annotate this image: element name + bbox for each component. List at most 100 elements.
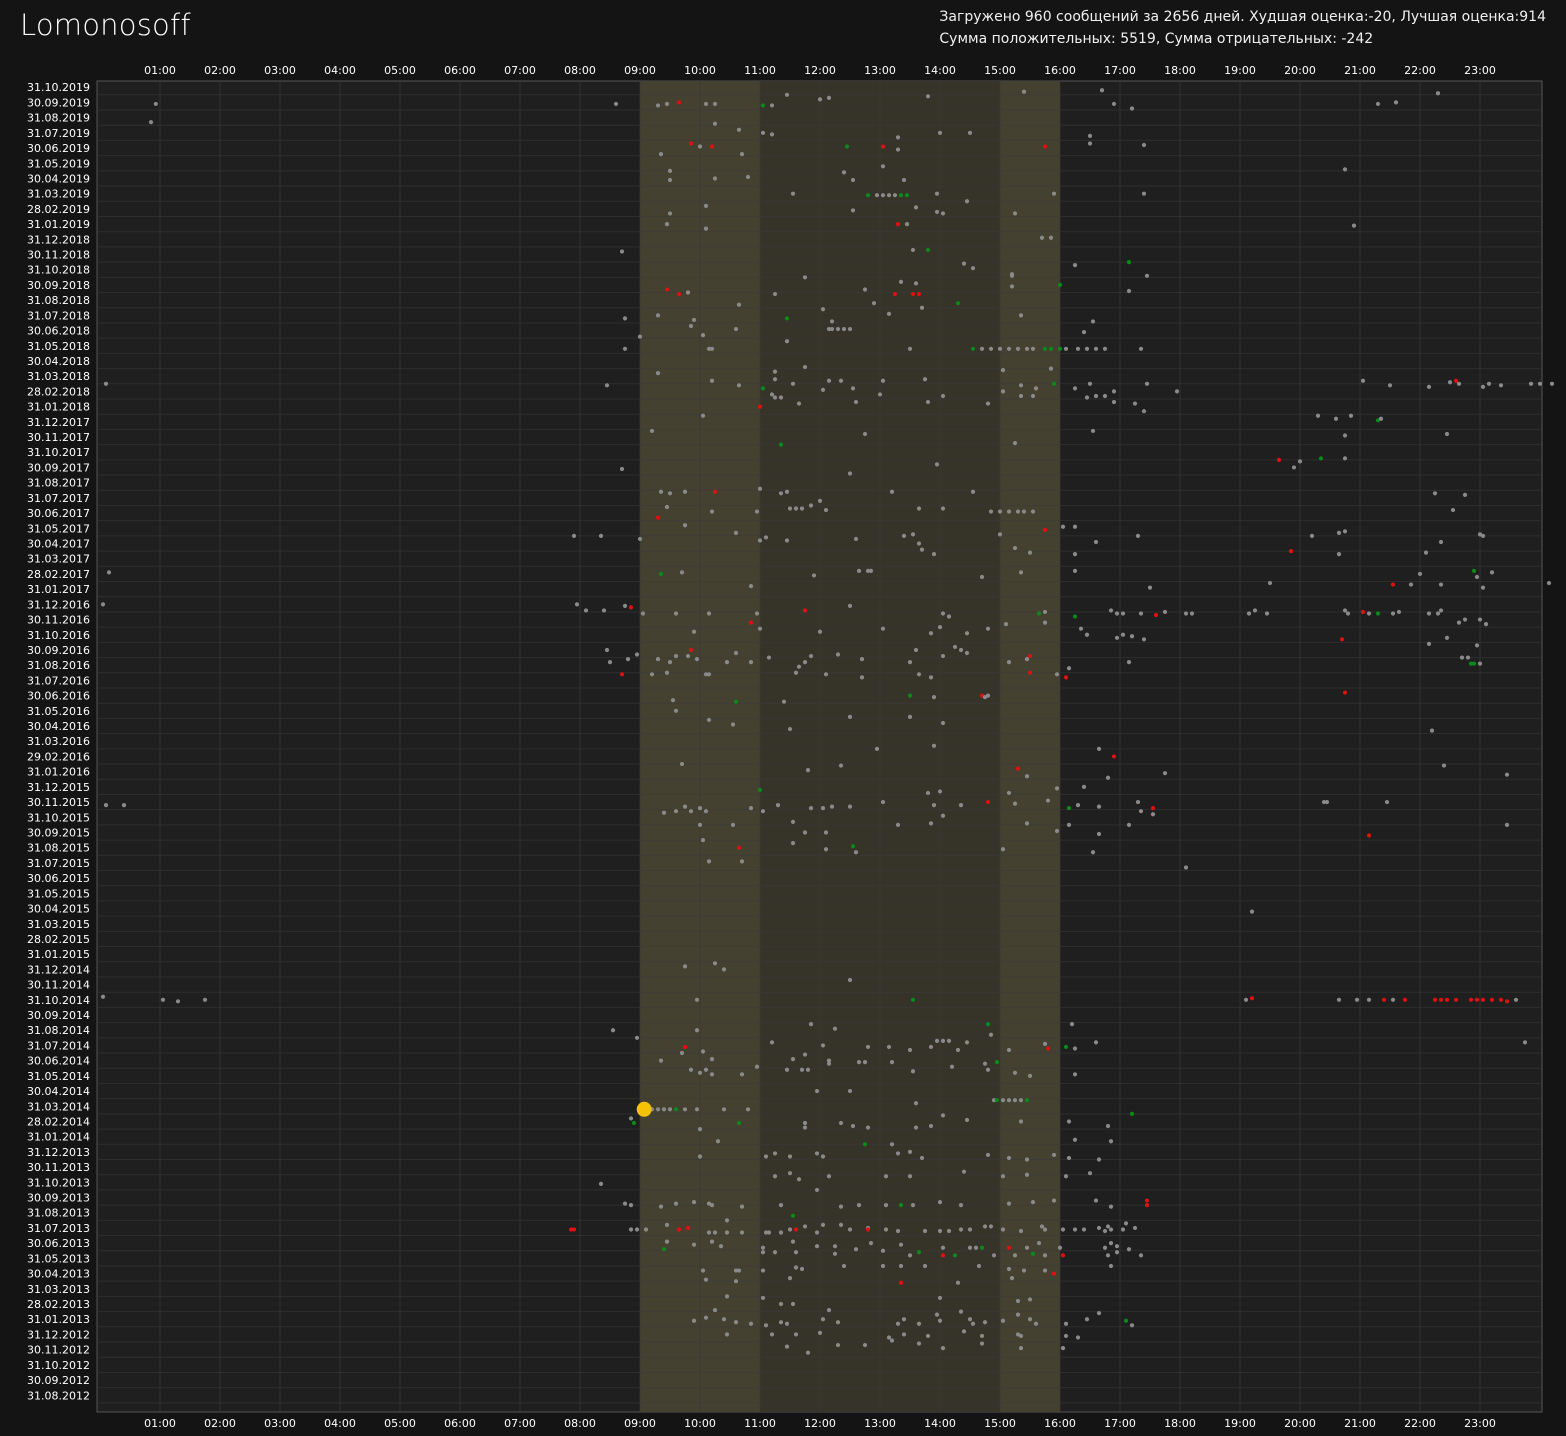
data-point-neutral <box>850 386 856 391</box>
data-point-neutral <box>739 1230 745 1235</box>
data-point-neutral <box>1141 409 1147 414</box>
data-point-neutral <box>907 660 913 665</box>
x-tick-top: 03:00 <box>264 64 296 77</box>
data-point-neutral <box>1012 1253 1018 1258</box>
data-point-positive <box>1051 381 1057 386</box>
data-point-neutral <box>988 1224 994 1229</box>
data-point-neutral <box>757 626 763 631</box>
data-point-neutral <box>862 287 868 292</box>
data-point-neutral <box>1024 346 1030 351</box>
data-point-neutral <box>1021 1268 1027 1273</box>
data-point-positive <box>979 1245 985 1250</box>
x-tick-bottom: 12:00 <box>804 1417 836 1430</box>
data-point-neutral <box>1342 167 1348 172</box>
data-point-neutral <box>1006 1201 1012 1206</box>
data-point-neutral <box>106 570 112 575</box>
y-tick-label: 30.09.2018 <box>27 279 90 292</box>
data-point-neutral <box>934 1312 940 1317</box>
data-point-negative <box>1150 806 1156 811</box>
data-point-neutral <box>1015 346 1021 351</box>
data-point-neutral <box>988 346 994 351</box>
y-tick-label: 31.07.2019 <box>27 127 90 140</box>
data-point-neutral <box>739 152 745 157</box>
data-point-neutral <box>820 1317 826 1322</box>
data-point-neutral <box>847 471 853 476</box>
data-point-negative <box>880 144 886 149</box>
data-point-neutral <box>1006 1155 1012 1161</box>
data-point-neutral <box>703 101 709 107</box>
data-point-neutral <box>1024 774 1030 779</box>
x-tick-top: 14:00 <box>924 64 956 77</box>
data-point-neutral <box>661 810 667 815</box>
data-point-neutral <box>1351 223 1357 228</box>
y-tick-label: 31.03.2015 <box>27 918 90 931</box>
data-point-neutral <box>937 789 943 794</box>
data-point-neutral <box>1129 634 1135 639</box>
data-point-neutral <box>847 977 853 983</box>
data-point-neutral <box>970 266 976 271</box>
data-point-positive <box>1057 346 1063 351</box>
data-point-neutral <box>784 339 790 344</box>
data-point-neutral <box>910 1203 916 1208</box>
data-point-neutral <box>955 1047 961 1053</box>
data-point-neutral <box>1114 611 1120 616</box>
x-tick-top: 01:00 <box>144 64 176 77</box>
data-point-neutral <box>1051 191 1057 196</box>
y-tick-label: 29.02.2016 <box>27 750 90 763</box>
data-point-neutral <box>1024 1157 1030 1162</box>
data-point-neutral <box>1183 865 1189 870</box>
data-point-neutral <box>736 383 742 388</box>
data-point-neutral <box>649 428 655 434</box>
data-point-neutral <box>1480 585 1486 590</box>
data-point-neutral <box>772 1250 778 1255</box>
data-point-negative <box>865 1227 871 1232</box>
data-point-neutral <box>907 1047 913 1053</box>
data-point-negative <box>628 605 634 610</box>
data-point-neutral <box>637 334 643 339</box>
data-point-neutral <box>1105 775 1111 780</box>
y-tick-label: 30.11.2015 <box>27 796 90 809</box>
data-point-neutral <box>1435 611 1441 616</box>
data-point-neutral <box>778 1203 784 1208</box>
x-tick-bottom: 06:00 <box>444 1417 476 1430</box>
data-point-neutral <box>1120 632 1126 637</box>
data-point-neutral <box>790 381 796 386</box>
y-tick-label: 31.12.2017 <box>27 416 90 429</box>
data-point-neutral <box>949 1064 955 1069</box>
data-point-neutral <box>880 626 886 631</box>
data-point-neutral <box>958 1309 964 1314</box>
data-point-negative <box>1366 833 1372 838</box>
data-point-neutral <box>1036 1241 1042 1246</box>
data-point-neutral <box>790 1239 796 1244</box>
data-point-positive <box>673 1107 679 1112</box>
data-point-neutral <box>862 431 868 437</box>
data-point-positive <box>985 1022 991 1027</box>
y-tick-label: 30.11.2016 <box>27 614 90 627</box>
data-point-positive <box>784 316 790 321</box>
data-point-neutral <box>658 1204 664 1209</box>
data-point-neutral <box>820 1154 826 1159</box>
data-point-neutral <box>103 803 109 808</box>
data-point-neutral <box>802 275 808 280</box>
y-tick-label: 30.06.2015 <box>27 872 90 885</box>
data-point-neutral <box>1444 431 1450 437</box>
data-point-neutral <box>1408 582 1414 587</box>
data-point-neutral <box>859 675 865 680</box>
data-point-positive <box>1030 1251 1036 1256</box>
data-point-neutral <box>790 191 796 196</box>
data-point-neutral <box>799 1067 805 1072</box>
data-point-positive <box>1048 346 1054 351</box>
data-point-neutral <box>1441 763 1447 768</box>
data-point-neutral <box>721 967 727 972</box>
data-point-neutral <box>892 193 898 198</box>
data-point-neutral <box>1084 1317 1090 1322</box>
data-point-neutral <box>757 486 763 491</box>
data-point-neutral <box>667 491 673 496</box>
data-point-neutral <box>1243 997 1249 1002</box>
data-point-neutral <box>1006 790 1012 796</box>
x-tick-top: 05:00 <box>384 64 416 77</box>
data-point-neutral <box>1105 1224 1111 1229</box>
data-point-positive <box>1072 614 1078 619</box>
data-point-neutral <box>1549 381 1555 386</box>
y-tick-label: 31.07.2017 <box>27 492 90 505</box>
